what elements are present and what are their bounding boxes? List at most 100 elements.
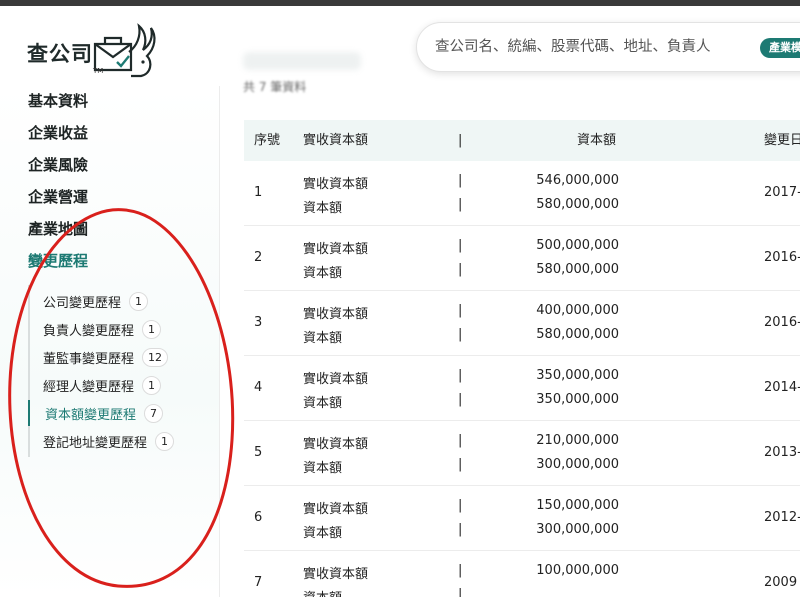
row-separator: | [458,522,463,537]
row-label-paid-in: 實收資本額 [303,372,369,387]
count-badge: 7 [144,403,164,423]
record-count: 共 7 筆資料 [243,80,307,94]
row-separator: | [458,433,463,448]
row-separator: | [458,197,463,212]
row-date: 2012- [764,510,800,525]
row-separator: | [458,587,463,597]
nav-industry-map[interactable]: 產業地圖 [28,218,88,239]
row-date: 2016- [764,250,800,265]
nav-basic-info[interactable]: 基本資料 [28,90,88,111]
table-row: 6 實收資本額 | 150,000,000 資本額 | 300,000,000 2012- [244,486,800,551]
row-label-paid-in: 實收資本額 [303,177,369,192]
subnav-company-changes[interactable]: 公司變更歷程 1 [28,288,203,314]
row-index: 2 [254,250,263,265]
nav-revenue[interactable]: 企業收益 [28,122,88,143]
row-label-paid-in: 實收資本額 [303,242,369,257]
table-row: 5 實收資本額 | 210,000,000 資本額 | 300,000,000 2013- [244,421,800,486]
subnav-label: 資本額變更歷程 [45,407,137,423]
nav-operations[interactable]: 企業營運 [28,186,88,207]
row-value-capital: 300,000,000 [536,522,619,537]
sidebar: 基本資料 企業收益 企業風險 企業營運 產業地圖 變更歷程 公司變更歷程 1 負… [0,86,220,597]
search-input[interactable] [435,23,755,71]
count-badge: 1 [129,291,149,311]
row-label-capital: 資本額 [303,201,343,216]
row-value-paid-in: 400,000,000 [536,303,619,318]
row-value-capital: 300,000,000 [536,457,619,472]
row-separator: | [458,303,463,318]
row-label-paid-in: 實收資本額 [303,502,369,517]
logo-trademark: TM [93,67,104,75]
subnav-label: 董監事變更歷程 [43,351,135,367]
row-label-capital: 資本額 [303,331,343,346]
top-bar [0,0,800,6]
header-amount: 資本額 [577,133,617,148]
row-label-capital: 資本額 [303,526,343,541]
table-row: 2 實收資本額 | 500,000,000 資本額 | 580,000,000 2016- [244,226,800,291]
row-value-paid-in: 500,000,000 [536,238,619,253]
row-index: 4 [254,380,263,395]
count-badge: 1 [155,431,175,451]
row-separator: | [458,498,463,513]
subnav-manager-changes[interactable]: 經理人變更歷程 1 [28,372,203,398]
table-row: 1 實收資本額 | 546,000,000 資本額 | 580,000,000 2017- [244,161,800,226]
subnav-responsible-person-changes[interactable]: 負責人變更歷程 1 [28,316,203,342]
header-field: 實收資本額 [303,133,369,148]
row-value-paid-in: 546,000,000 [536,173,619,188]
row-label-capital: 資本額 [303,461,343,476]
subnav-label: 公司變更歷程 [43,295,122,311]
table-row: 7 實收資本額 | 100,000,000 資本額 | 2009 [244,551,800,597]
row-index: 7 [254,575,263,590]
row-label-capital: 資本額 [303,587,342,597]
row-value-capital: 350,000,000 [536,392,619,407]
row-date: 2016- [764,315,800,330]
row-separator: | [458,457,463,472]
header-index: 序號 [254,133,281,148]
row-value-capital: 580,000,000 [536,197,619,212]
nav-risk[interactable]: 企業風險 [28,154,88,175]
row-separator: | [458,262,463,277]
subnav-label: 登記地址變更歷程 [43,435,148,451]
search-box[interactable]: 產業模 [416,22,800,72]
row-separator: | [458,563,463,578]
row-separator: | [458,238,463,253]
row-value-paid-in: 210,000,000 [536,433,619,448]
subnav-directors-changes[interactable]: 董監事變更歷程 12 [28,344,203,370]
table-row: 3 實收資本額 | 400,000,000 資本額 | 580,000,000 2016- [244,291,800,356]
table-header: 序號 實收資本額 | 資本額 變更日 [244,120,800,161]
count-badge: 12 [142,347,169,367]
count-badge: 1 [142,319,162,339]
row-label-paid-in: 實收資本額 [303,567,369,582]
row-label-capital: 資本額 [303,266,343,281]
row-date: 2014- [764,380,800,395]
row-value-paid-in: 100,000,000 [536,563,619,578]
row-value-paid-in: 350,000,000 [536,368,619,383]
subnav-label: 負責人變更歷程 [43,323,135,339]
logo[interactable]: 查公司 TM [27,22,157,84]
row-separator: | [458,173,463,188]
row-index: 5 [254,445,263,460]
row-label-paid-in: 實收資本額 [303,437,369,452]
row-label-capital: 資本額 [303,396,343,411]
row-separator: | [458,327,463,342]
row-index: 3 [254,315,263,330]
subnav-address-changes[interactable]: 登記地址變更歷程 1 [28,428,203,454]
row-date: 2013- [764,445,800,460]
change-history-subnav: 公司變更歷程 1 負責人變更歷程 1 董監事變更歷程 12 經理人變更歷程 1 … [28,285,208,457]
logo-text: 查公司 [27,42,93,66]
nav-change-history[interactable]: 變更歷程 [28,250,88,271]
industry-model-badge[interactable]: 產業模 [760,38,800,58]
row-value-capital: 580,000,000 [536,327,619,342]
subnav-label: 經理人變更歷程 [43,379,135,395]
row-index: 1 [254,185,263,200]
row-separator: | [458,368,463,383]
table-row: 4 實收資本額 | 350,000,000 資本額 | 350,000,000 2014- [244,356,800,421]
row-value-paid-in: 150,000,000 [536,498,619,513]
subnav-capital-changes[interactable]: 資本額變更歷程 7 [28,400,203,426]
row-separator: | [458,392,463,407]
row-label-paid-in: 實收資本額 [303,307,369,322]
row-date: 2009 [764,575,798,590]
page-title-blurred [243,52,361,70]
header-date: 變更日 [764,133,800,148]
count-badge: 1 [142,375,162,395]
row-value-capital: 580,000,000 [536,262,619,277]
